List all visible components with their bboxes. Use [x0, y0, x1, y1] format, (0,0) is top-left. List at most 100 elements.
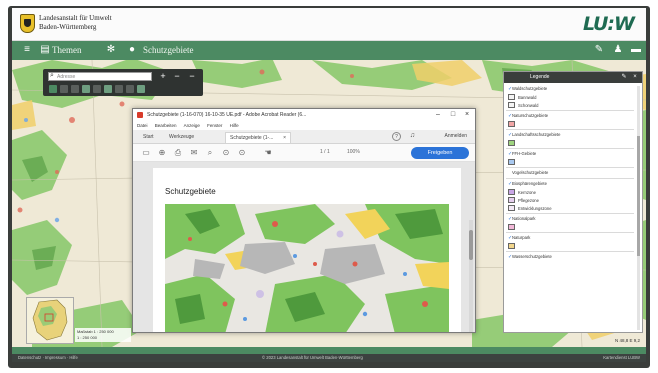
- page-indicator[interactable]: 1 / 1: [320, 149, 330, 155]
- legend-group-label: Vogelschutzgebiete: [512, 170, 549, 175]
- maximize-icon[interactable]: □: [446, 109, 460, 121]
- legend-entry-label: Entwicklungszone: [518, 206, 552, 211]
- zoom-out-icon[interactable]: −: [187, 71, 197, 81]
- legend-entry-label: Bannwald: [518, 95, 537, 100]
- forward-icon[interactable]: [71, 85, 79, 93]
- minimize-icon[interactable]: –: [431, 109, 445, 121]
- legend-group[interactable]: ✓Naturschutzgebiete: [508, 113, 548, 119]
- help-icon[interactable]: ?: [392, 132, 401, 141]
- map-app: Landesanstalt für Umwelt Baden-Württembe…: [12, 8, 646, 362]
- state-crest-icon: [20, 14, 35, 33]
- legend-group-label: Naturschutzgebiete: [512, 113, 549, 118]
- tab-document-label: Schutzgebiete (1-...: [230, 135, 274, 141]
- legend-divider: [506, 129, 634, 130]
- legend-swatch: [508, 197, 515, 203]
- screen-frame: Landesanstalt für Umwelt Baden-Württembe…: [8, 6, 650, 368]
- legend-close-icon[interactable]: ×: [630, 72, 640, 83]
- legend-divider: [506, 213, 634, 214]
- overview-map[interactable]: [26, 297, 74, 344]
- scale-ratio: 1 : 250 000: [77, 335, 98, 340]
- pdf-scrollbar[interactable]: [469, 220, 473, 332]
- info-dot-icon[interactable]: ●: [125, 43, 139, 57]
- back-icon[interactable]: [60, 85, 68, 93]
- print-pdf-icon[interactable]: ⎙: [173, 148, 183, 158]
- legend-group-label: Waldschutzgebiete: [512, 86, 548, 91]
- download-icon[interactable]: [115, 85, 123, 93]
- legend-swatch: [508, 94, 515, 100]
- legend-group[interactable]: ✓Landschaftsschutzgebiete: [508, 132, 560, 138]
- footer-links[interactable]: Datenschutz · Impressum · Hilfe: [18, 354, 78, 362]
- legend-swatch: [508, 189, 515, 195]
- legend-swatch: [508, 102, 515, 108]
- legend-group[interactable]: ✓Wasserschutzgebiete: [508, 254, 552, 260]
- measure-icon[interactable]: [82, 85, 90, 93]
- share-button[interactable]: Freigeben: [411, 147, 469, 159]
- address-search-input[interactable]: Adresse: [48, 72, 152, 81]
- menu-view[interactable]: Anzeige: [184, 123, 200, 128]
- pin-icon[interactable]: ✎: [619, 72, 629, 83]
- legend-group[interactable]: ✓Waldschutzgebiete: [508, 86, 547, 92]
- user-icon[interactable]: ♟: [611, 43, 625, 57]
- menu-icon[interactable]: ≡: [20, 43, 34, 57]
- legend-group-label: Landschaftsschutzgebiete: [512, 132, 561, 137]
- plus-icon[interactable]: +: [158, 71, 168, 81]
- tab-close-icon[interactable]: ×: [283, 133, 286, 144]
- share-button-label: Freigeben: [427, 150, 453, 156]
- print-icon[interactable]: [104, 85, 112, 93]
- minus-zoom-icon[interactable]: −: [172, 71, 182, 81]
- pdf-tabbar: Start Werkzeuge Schutzgebiete (1-... × ?…: [133, 130, 475, 144]
- pdf-page: Schutzgebiete: [153, 168, 461, 332]
- menu-help[interactable]: Hilfe: [230, 123, 239, 128]
- pdf-menubar: Datei Bearbeiten Anzeige Fenster Hilfe: [133, 121, 475, 130]
- legend-swatch: [508, 121, 515, 127]
- prev-page-icon[interactable]: ⊙: [221, 148, 231, 158]
- bell-icon[interactable]: ♫: [410, 132, 415, 139]
- legend-group[interactable]: ✓Nationalpark: [508, 216, 536, 222]
- legend-group[interactable]: Vogelschutzgebiete: [508, 170, 548, 175]
- home-icon[interactable]: [49, 85, 57, 93]
- search-icon[interactable]: ⌕: [205, 148, 215, 158]
- minus-icon[interactable]: ▬: [629, 43, 643, 57]
- sign-in-link[interactable]: Anmelden: [444, 133, 467, 139]
- layers-icon[interactable]: ▤: [38, 43, 52, 57]
- tab-tools[interactable]: Werkzeuge: [165, 132, 198, 143]
- share-icon[interactable]: [126, 85, 134, 93]
- main-toolbar: ≡ ▤ Themen ✻ ● Schutzgebiete ✎ ♟ ▬: [12, 41, 646, 60]
- legend-group-label: Biosphärengebiete: [512, 181, 547, 186]
- scale-info: Maßstab 1 : 250 000 1 : 250 000: [75, 328, 131, 342]
- mail-icon[interactable]: ✉: [189, 148, 199, 158]
- legend-scrollbar[interactable]: [637, 86, 640, 330]
- themes-menu[interactable]: Themen: [52, 41, 82, 60]
- legend-group[interactable]: ✓Naturpark: [508, 235, 530, 241]
- select-icon[interactable]: [93, 85, 101, 93]
- menu-window[interactable]: Fenster: [207, 123, 222, 128]
- zoom-level[interactable]: 100%: [347, 149, 360, 155]
- active-layer-label[interactable]: Schutzgebiete: [143, 41, 193, 60]
- acrobat-icon: [137, 112, 143, 118]
- legend-entry-label: Schonwald: [518, 103, 539, 108]
- menu-file[interactable]: Datei: [137, 123, 148, 128]
- tab-document[interactable]: Schutzgebiete (1-... ×: [225, 132, 291, 143]
- tab-start[interactable]: Start: [139, 132, 158, 143]
- legend-entry-label: Kernzone: [518, 190, 536, 195]
- gear-icon[interactable]: ✻: [104, 43, 118, 57]
- pdf-page-heading: Schutzgebiete: [165, 187, 216, 196]
- menu-edit[interactable]: Bearbeiten: [155, 123, 177, 128]
- legend-divider: [506, 178, 634, 179]
- upload-icon[interactable]: ⊕: [157, 148, 167, 158]
- hand-icon[interactable]: ☚: [263, 148, 273, 158]
- edit-icon[interactable]: ✎: [592, 43, 606, 57]
- next-page-icon[interactable]: ⊙: [237, 148, 247, 158]
- pdf-document-area[interactable]: Schutzgebiete: [133, 162, 475, 332]
- legend-entry-label: Pflegezone: [518, 198, 539, 203]
- legend-group[interactable]: ✓Biosphärengebiete: [508, 181, 547, 187]
- pdf-titlebar[interactable]: Schutzgebiete (1-16-070) 16-10-35 UE.pdf…: [133, 109, 475, 121]
- legend-group[interactable]: ✓FFH-Gebiete: [508, 151, 536, 157]
- new-doc-icon[interactable]: ▭: [141, 148, 151, 158]
- legend-title: Legende: [530, 74, 550, 80]
- info-icon[interactable]: [137, 85, 145, 93]
- lubw-logo[interactable]: LU:W: [583, 13, 635, 35]
- legend-group-label: FFH-Gebiete: [512, 151, 537, 156]
- legend-swatch: [508, 224, 515, 230]
- close-icon[interactable]: ×: [460, 109, 474, 121]
